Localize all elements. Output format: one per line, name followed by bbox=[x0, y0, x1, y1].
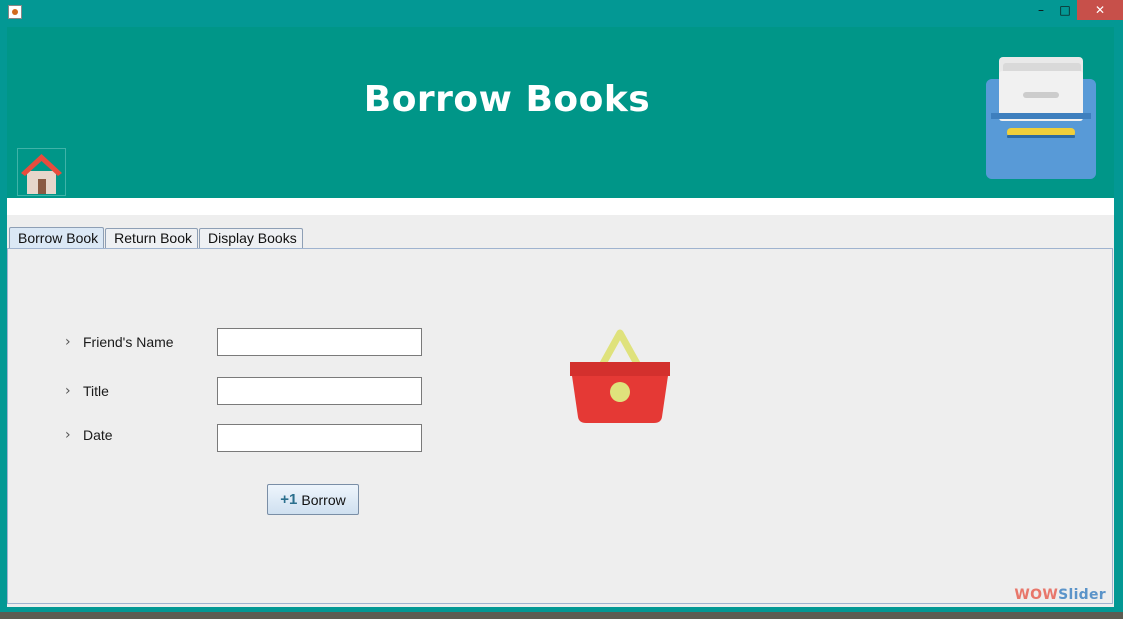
tab-return-book[interactable]: Return Book bbox=[105, 228, 198, 248]
file-cabinet-icon bbox=[986, 57, 1096, 179]
application-window: – □ ✕ Borrow Books Borrow Book Return Bo… bbox=[0, 0, 1123, 612]
plus-one-icon: +1 bbox=[280, 491, 298, 508]
tab-display-books[interactable]: Display Books bbox=[198, 228, 303, 248]
chevron-right-icon: › bbox=[65, 427, 71, 443]
wowslider-watermark: WOWSlider bbox=[1014, 587, 1106, 603]
friends-name-label: › Friend's Name bbox=[65, 334, 174, 350]
borrow-book-panel: › Friend's Name › Title › Date +1 Borrow bbox=[7, 248, 1113, 604]
tab-borrow-book[interactable]: Borrow Book bbox=[9, 227, 105, 248]
borrow-button[interactable]: +1 Borrow bbox=[267, 484, 359, 515]
date-input[interactable] bbox=[217, 424, 422, 452]
chevron-right-icon: › bbox=[65, 334, 71, 350]
tab-bar: Borrow Book Return Book Display Books bbox=[9, 227, 304, 249]
home-icon bbox=[21, 154, 62, 194]
title-input[interactable] bbox=[217, 377, 422, 405]
home-button[interactable] bbox=[17, 148, 66, 196]
title-label: › Title bbox=[65, 383, 109, 399]
header-divider bbox=[7, 198, 1114, 215]
date-text: Date bbox=[83, 427, 113, 443]
watermark-part1: WOW bbox=[1014, 587, 1059, 603]
title-text: Title bbox=[83, 383, 109, 399]
close-button[interactable]: ✕ bbox=[1077, 0, 1123, 20]
friends-name-text: Friend's Name bbox=[83, 334, 174, 350]
date-label: › Date bbox=[65, 427, 113, 443]
friends-name-input[interactable] bbox=[217, 328, 422, 356]
page-title: Borrow Books bbox=[363, 79, 651, 120]
content-pane: Borrow Books Borrow Book Return Book Dis… bbox=[7, 27, 1114, 607]
shopping-basket-icon bbox=[570, 329, 670, 423]
borrow-button-label: Borrow bbox=[301, 491, 346, 508]
chevron-right-icon: › bbox=[65, 383, 71, 399]
watermark-part2: Slider bbox=[1058, 587, 1106, 603]
java-app-icon bbox=[8, 5, 22, 19]
header-bar: Borrow Books bbox=[7, 27, 1114, 198]
minimize-button[interactable]: – bbox=[1030, 0, 1052, 20]
maximize-button[interactable]: □ bbox=[1054, 0, 1076, 20]
